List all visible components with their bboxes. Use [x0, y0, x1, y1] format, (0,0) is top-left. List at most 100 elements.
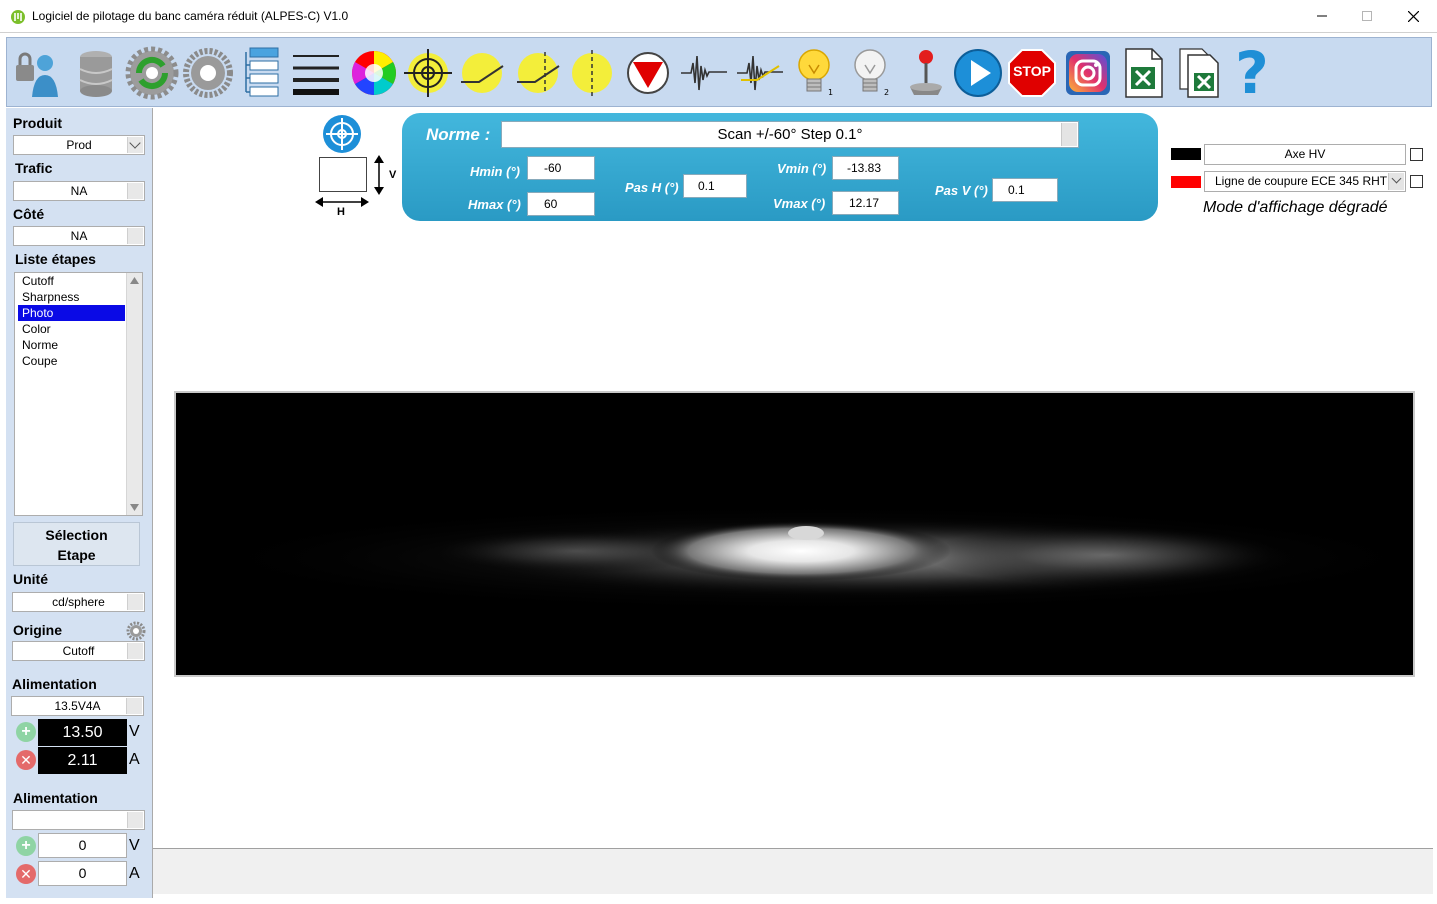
list-item[interactable]: Norme [18, 337, 125, 353]
database-button[interactable] [69, 46, 123, 100]
coupure-checkbox[interactable] [1410, 175, 1423, 188]
cote-select[interactable]: NA [13, 226, 145, 246]
signal-cut-icon [737, 55, 783, 91]
selection-etape-button[interactable]: Sélection Etape [13, 522, 140, 566]
chevron-down-icon [1388, 173, 1404, 190]
instagram-button[interactable] [1061, 46, 1115, 100]
alimentation-2-label: Alimentation [13, 790, 98, 806]
excel-export-button[interactable] [1117, 46, 1171, 100]
stop-label: STOP [1013, 63, 1051, 79]
bulb-off-button[interactable]: 2 [843, 46, 897, 100]
color-wheel-button[interactable] [347, 46, 401, 100]
h-axis-label: H [337, 206, 345, 218]
pash-input[interactable]: 0.1 [683, 174, 747, 198]
hmin-input[interactable]: -60 [527, 156, 595, 180]
axe-hv-checkbox[interactable] [1410, 148, 1423, 161]
lines-button[interactable] [289, 46, 343, 100]
list-item[interactable]: Cutoff [18, 273, 125, 289]
signal-cut-button[interactable] [733, 46, 787, 100]
produit-select[interactable]: Prod [13, 135, 145, 155]
list-item[interactable]: Sharpness [18, 289, 125, 305]
dropdown-button-icon [127, 183, 143, 199]
list-icon [245, 47, 279, 97]
bulb-on-button[interactable]: 1 [787, 46, 841, 100]
unite-label: Unité [13, 571, 48, 587]
chevron-down-icon [127, 137, 143, 153]
cutoff-angle-icon [517, 52, 560, 94]
center-target-button[interactable] [322, 114, 362, 154]
selection-btn-line2: Etape [57, 547, 96, 563]
axes-preview-box [319, 157, 367, 192]
unite-select[interactable]: cd/sphere [12, 592, 145, 612]
dropdown-button-icon [1061, 123, 1077, 146]
steps-listbox[interactable]: Cutoff Sharpness Photo Color Norme Coupe [14, 272, 143, 516]
stop-button[interactable]: STOP [1005, 46, 1059, 100]
joystick-icon [910, 50, 942, 95]
scroll-up-icon[interactable] [130, 277, 139, 284]
maximize-icon [1362, 11, 1372, 21]
origine-gear-icon[interactable] [126, 621, 146, 641]
target-button[interactable] [401, 46, 455, 100]
coupure-color-swatch [1171, 176, 1201, 188]
user-lock-button[interactable] [11, 46, 65, 100]
app-logo-icon [11, 10, 25, 24]
toolbar: 1 2 STOP ? [6, 37, 1432, 107]
list-item[interactable]: Coupe [18, 353, 125, 369]
vmax-input[interactable]: 12.17 [832, 191, 899, 215]
down-arrow-icon [627, 52, 669, 94]
vmin-input[interactable]: -13.83 [832, 156, 899, 180]
excel-multi-export-button[interactable] [1173, 46, 1227, 100]
scroll-down-icon[interactable] [130, 504, 139, 511]
unit-amperes: A [129, 751, 140, 768]
bulb-off-icon: 2 [854, 49, 889, 97]
hmin-label: Hmin (°) [470, 164, 520, 179]
close-icon: ✕ [20, 752, 32, 768]
settings-refresh-button[interactable] [125, 46, 179, 100]
alimentation-2-select[interactable] [12, 810, 145, 830]
svg-text:1: 1 [828, 88, 833, 97]
play-button[interactable] [951, 46, 1005, 100]
joystick-button[interactable] [899, 46, 953, 100]
cutoff-angle-button[interactable] [511, 46, 565, 100]
cutoff-line-icon [461, 53, 504, 93]
signal-button[interactable] [677, 46, 731, 100]
down-arrow-button[interactable] [621, 46, 675, 100]
alimentation-2-current: 0 [38, 861, 127, 886]
list-item-selected[interactable]: Photo [18, 305, 125, 321]
alimentation-1-select[interactable]: 13.5V4A [11, 696, 144, 716]
power-on-1-button[interactable]: + [16, 722, 36, 742]
title-bar: Logiciel de pilotage du banc caméra rédu… [0, 0, 1437, 33]
unit-volts: V [129, 837, 140, 854]
norme-select[interactable]: Scan +/-60° Step 0.1° [501, 121, 1079, 148]
gear-button[interactable] [181, 46, 235, 100]
crosshair-icon [323, 115, 361, 153]
power-off-2-button[interactable]: ✕ [16, 864, 36, 884]
help-button[interactable]: ? [1225, 44, 1279, 102]
gear-icon [183, 48, 233, 98]
pasv-label: Pas V (°) [935, 183, 988, 198]
axe-color-swatch [1171, 148, 1201, 160]
unite-value: cd/sphere [52, 595, 105, 609]
pasv-input[interactable]: 0.1 [992, 178, 1058, 202]
maximize-button[interactable] [1344, 0, 1390, 32]
list-scrollbar[interactable] [126, 273, 142, 515]
list-item[interactable]: Color [18, 321, 125, 337]
minimize-button[interactable] [1299, 0, 1345, 32]
origine-select[interactable]: Cutoff [12, 641, 145, 661]
vmax-label: Vmax (°) [773, 196, 826, 211]
coupure-select[interactable]: Ligne de coupure ECE 345 RHT [1204, 171, 1406, 192]
list-button[interactable] [235, 46, 289, 100]
excel-icon [1125, 48, 1163, 98]
norme-panel: Norme : Scan +/-60° Step 0.1° Hmin (°) -… [402, 113, 1158, 221]
vertical-line-button[interactable] [565, 46, 619, 100]
hmax-input[interactable]: 60 [527, 192, 595, 216]
power-on-2-button[interactable]: + [16, 836, 36, 856]
trafic-select[interactable]: NA [13, 181, 145, 201]
status-bar [153, 848, 1433, 894]
close-button[interactable] [1390, 0, 1436, 32]
liste-etapes-label: Liste étapes [15, 251, 96, 267]
power-off-1-button[interactable]: ✕ [16, 750, 36, 770]
beam-image [174, 391, 1415, 677]
cote-label: Côté [13, 206, 45, 222]
cutoff-line-button[interactable] [455, 46, 509, 100]
